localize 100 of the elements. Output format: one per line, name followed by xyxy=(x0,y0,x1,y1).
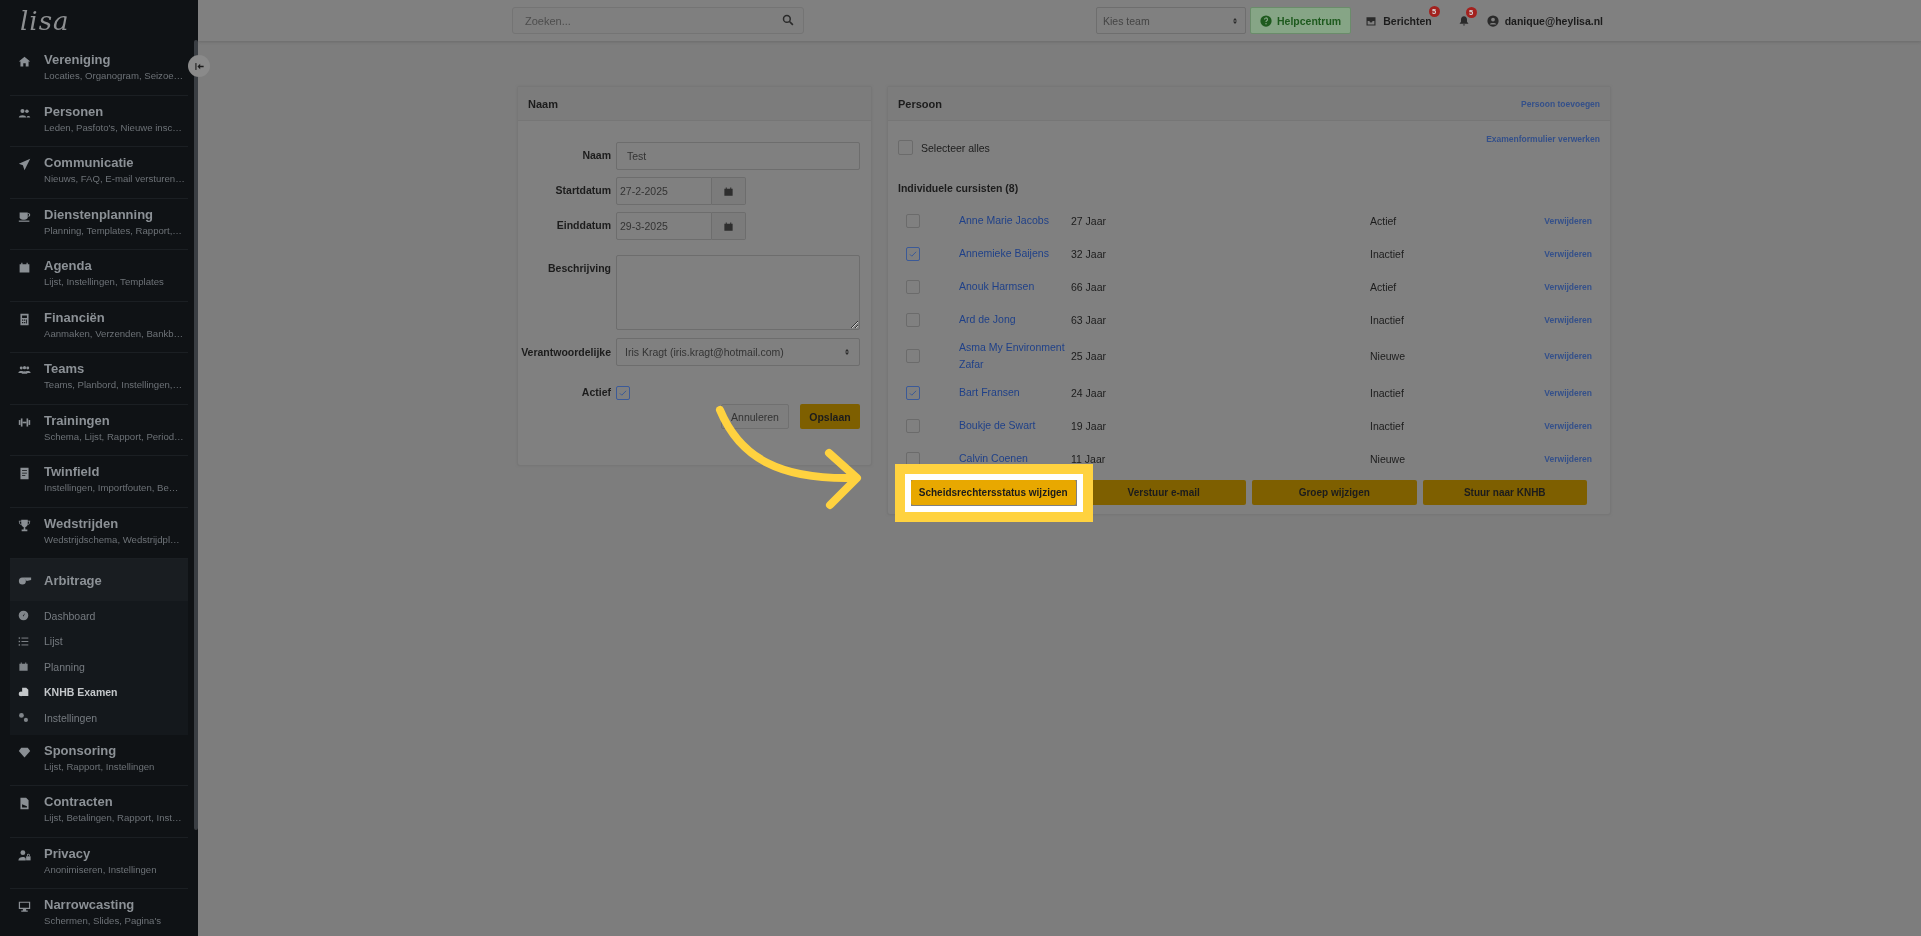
field-label: Actief xyxy=(581,386,611,398)
sidebar-item[interactable]: Privacy Anonimiseren, Instellingen xyxy=(10,837,188,889)
remove-link[interactable]: Verwijderen xyxy=(1544,248,1592,259)
sidebar-item[interactable]: Narrowcasting Schermen, Slides, Pagina's xyxy=(10,889,188,936)
checkbox-label: Selecteer alles xyxy=(921,141,990,154)
checkbox[interactable] xyxy=(906,246,920,261)
submenu-item[interactable]: KNHB Examen xyxy=(10,679,188,705)
add-person-link[interactable]: Persoon toevoegen xyxy=(1521,98,1600,109)
submenu-item[interactable]: Dashboard xyxy=(10,603,188,629)
action-button[interactable]: Stuur naar KNHB xyxy=(1422,480,1587,505)
submenu-item[interactable]: Planning xyxy=(10,654,188,680)
trophy-icon xyxy=(18,518,31,532)
sidebar-item-subtitle: Wedstrijdschema, Wedstrijdpl… xyxy=(44,533,180,545)
sort-arrows-icon xyxy=(1231,16,1239,25)
collapse-button[interactable] xyxy=(188,55,210,77)
checkbox[interactable] xyxy=(616,386,630,400)
field-label: Naam xyxy=(582,149,611,161)
age-text: 63 Jaar xyxy=(1071,313,1108,326)
sidebar-item[interactable]: Contracten Lijst, Betalingen, Rapport, Inst… xyxy=(10,786,188,838)
checkbox[interactable] xyxy=(906,451,920,466)
description-field[interactable] xyxy=(616,255,860,330)
checkbox[interactable] xyxy=(906,385,920,400)
submenu-item[interactable]: Instellingen xyxy=(10,705,188,731)
sidebar-item-subtitle: Instellingen, Importfouten, Be… xyxy=(44,482,179,493)
status-text: Nieuwe xyxy=(1370,452,1407,465)
field-label: Verantwoordelijke xyxy=(521,346,611,358)
sidebar-item[interactable]: Vereniging Locaties, Organogram, Seizoe… xyxy=(10,44,188,96)
text-field[interactable]: Test xyxy=(616,142,860,170)
list-icon xyxy=(18,635,29,647)
inbox-icon xyxy=(1365,14,1378,27)
cancel-button[interactable]: Annuleren xyxy=(721,404,789,429)
status-text: Inactief xyxy=(1370,313,1405,326)
card-title: Persoon xyxy=(898,97,942,110)
sidebar-item[interactable]: Communicatie Nieuws, FAQ, E-mail versturen… xyxy=(10,147,188,199)
calendar-button[interactable] xyxy=(712,212,746,240)
sidebar-item-subtitle: Lijst, Rapport, Instellingen xyxy=(44,760,155,772)
remove-link[interactable]: Verwijderen xyxy=(1544,314,1592,325)
sidebar-item-title: Wedstrijden xyxy=(44,515,119,531)
calendar-button[interactable] xyxy=(712,177,746,205)
user-menu[interactable]: danique@heylisa.nl xyxy=(1486,14,1603,27)
remove-link[interactable]: Verwijderen xyxy=(1544,387,1592,398)
sidebar-item[interactable]: Sponsoring Lijst, Rapport, Instellingen xyxy=(10,734,188,786)
remove-link[interactable]: Verwijderen xyxy=(1544,420,1592,431)
age-text: 24 Jaar xyxy=(1071,386,1108,399)
user-lock-icon xyxy=(18,848,31,862)
submenu-item[interactable]: Lijst xyxy=(10,628,188,654)
person-name-link[interactable]: Asma My Environment Zafar xyxy=(959,339,1071,373)
calendar-icon xyxy=(723,185,734,197)
sidebar-item-subtitle: Anonimiseren, Instellingen xyxy=(44,863,157,875)
person-name-link[interactable]: Boukje de Swart xyxy=(959,417,1071,434)
sidebar-item-subtitle: Aanmaken, Verzenden, Bankb… xyxy=(44,327,184,339)
logo[interactable]: lisa xyxy=(0,0,70,44)
sidebar-item[interactable]: Trainingen Schema, Lijst, Rapport, Period… xyxy=(10,404,188,456)
sidebar-item[interactable]: Financiën Aanmaken, Verzenden, Bankb… xyxy=(10,301,188,353)
messages-button[interactable]: Berichten xyxy=(1365,14,1432,27)
sidebar-item-title: Communicatie xyxy=(44,155,134,170)
age-text: 19 Jaar xyxy=(1071,419,1108,432)
sidebar-item[interactable]: Teams Teams, Planbord, Instellingen,… xyxy=(10,353,188,405)
select-field[interactable]: Iris Kragt (iris.kragt@hotmail.com) xyxy=(616,338,860,366)
person-name-link[interactable]: Anouk Harmsen xyxy=(959,278,1071,295)
person-name-link[interactable]: Ard de Jong xyxy=(959,311,1071,328)
field-label: Einddatum xyxy=(556,219,611,231)
file-icon xyxy=(18,797,31,810)
action-button[interactable]: Groep wijzigen xyxy=(1252,480,1417,505)
save-button[interactable]: Opslaan xyxy=(800,404,860,429)
sidebar-item-title: Narrowcasting xyxy=(44,897,135,912)
status-text: Inactief xyxy=(1370,419,1405,432)
team-select[interactable]: Kies team xyxy=(1096,7,1246,34)
mug-icon xyxy=(18,209,31,223)
help-button[interactable]: Helpcentrum xyxy=(1250,7,1352,34)
age-text: 66 Jaar xyxy=(1071,280,1108,293)
users-icon xyxy=(18,106,31,120)
sidebar-item[interactable]: Twinfield Instellingen, Importfouten, Be… xyxy=(10,456,188,508)
notifications-button[interactable] xyxy=(1457,14,1470,27)
remove-link[interactable]: Verwijderen xyxy=(1544,215,1592,226)
sidebar-item[interactable]: Agenda Lijst, Instellingen, Templates xyxy=(10,250,188,302)
remove-link[interactable]: Verwijderen xyxy=(1544,281,1592,292)
user-circle-icon xyxy=(1486,14,1499,27)
remove-link[interactable]: Verwijderen xyxy=(1544,351,1592,361)
collapse-icon xyxy=(193,60,205,72)
sidebar-item-subtitle: Leden, Pasfoto's, Nieuwe insc… xyxy=(44,121,182,133)
sort-arrows-icon xyxy=(843,348,851,356)
person-name-link[interactable]: Bart Fransen xyxy=(959,384,1071,401)
sidebar-item[interactable]: Personen Leden, Pasfoto's, Nieuwe insc… xyxy=(10,95,188,147)
scrollbar[interactable] xyxy=(194,40,198,830)
question-circle-icon xyxy=(1260,14,1272,27)
sidebar-item-title: Dienstenplanning xyxy=(44,206,154,222)
process-form-link[interactable]: Examenformulier verwerken xyxy=(1486,134,1600,144)
status-text: Nieuwe xyxy=(1370,350,1407,362)
diamond-icon xyxy=(18,745,31,759)
sidebar-item-subtitle: Lijst, Betalingen, Rapport, Inst… xyxy=(44,812,182,823)
date-field[interactable]: 29-3-2025 xyxy=(616,212,712,240)
date-field[interactable]: 27-2-2025 xyxy=(616,177,712,205)
person-name-link[interactable]: Calvin Coenen xyxy=(959,450,1071,467)
action-button[interactable]: Scheidsrechtersstatus wijzigen xyxy=(911,480,1076,505)
person-name-link[interactable]: Annemieke Baijens xyxy=(959,245,1071,262)
status-text: Actief xyxy=(1370,214,1398,227)
sidebar-item[interactable]: Dienstenplanning Planning, Templates, Rapport,… xyxy=(10,198,188,250)
person-name-link[interactable]: Anne Marie Jacobs xyxy=(959,212,1071,229)
remove-link[interactable]: Verwijderen xyxy=(1544,453,1592,464)
